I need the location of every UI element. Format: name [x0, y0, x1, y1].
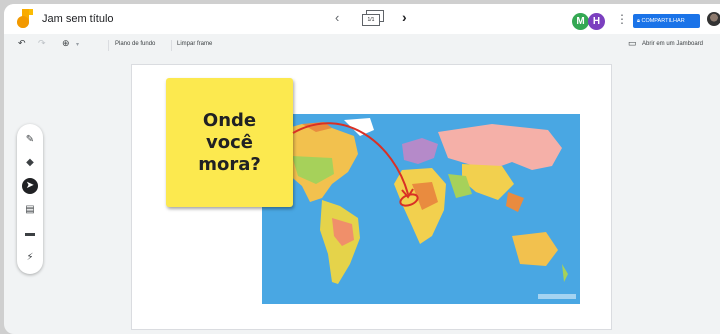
chevron-right-icon: ›	[402, 9, 407, 25]
app-window: Jam sem título ‹ 1/1 › M H ⋮ 🔒︎ COMPARTI…	[4, 4, 720, 334]
document-title[interactable]: Jam sem título	[42, 13, 114, 25]
chevron-left-icon: ‹	[335, 10, 340, 25]
undo-icon[interactable]: ↶	[18, 38, 26, 49]
previous-frame-button[interactable]: ‹	[335, 10, 339, 25]
frame-indicator: 1/1	[362, 14, 380, 26]
clear-frame-button[interactable]: Limpar frame	[177, 41, 212, 47]
frame-bar-toggle[interactable]: 1/1	[362, 10, 384, 26]
edit-toolbar: ↶ ↷ ⊕ ▾ Plano de fundo Limpar frame ▭ Ab…	[4, 36, 720, 56]
lock-icon: 🔒︎	[637, 18, 640, 24]
sticky-note-line: Onde	[202, 109, 257, 131]
toolbar-divider	[108, 40, 109, 51]
pen-icon[interactable]: ✎	[22, 132, 38, 148]
sticky-note-line: você	[206, 131, 253, 153]
laser-icon[interactable]: ⚡︎	[22, 250, 38, 266]
image-icon[interactable]: ▬	[22, 226, 38, 242]
world-map-image[interactable]	[262, 114, 580, 304]
jamboard-logo-icon[interactable]	[17, 9, 33, 29]
open-in-jamboard-button[interactable]: Abrir em um Jamboard	[642, 41, 703, 47]
more-options-icon[interactable]: ⋮	[616, 12, 628, 26]
collaborator-avatar[interactable]: M	[572, 13, 589, 30]
sticky-note-icon[interactable]: ▤	[22, 202, 38, 218]
next-frame-button[interactable]: ›	[402, 9, 407, 25]
tool-panel: ✎ ◆ ➤ ▤ ▬ ⚡︎	[17, 124, 43, 274]
user-avatar[interactable]	[707, 12, 720, 26]
collaborator-avatar[interactable]: H	[588, 13, 605, 30]
share-button[interactable]: 🔒︎ COMPARTILHAR	[633, 14, 700, 28]
zoom-dropdown-icon[interactable]: ▾	[76, 41, 79, 48]
sticky-note[interactable]: Onde você mora?	[166, 78, 293, 207]
sticky-note-line: mora?	[198, 153, 261, 175]
redo-icon[interactable]: ↷	[38, 38, 46, 49]
zoom-icon[interactable]: ⊕	[62, 38, 70, 49]
background-button[interactable]: Plano de fundo	[115, 41, 155, 47]
eraser-icon[interactable]: ◆	[22, 155, 38, 171]
open-jamboard-icon[interactable]: ▭	[628, 38, 637, 49]
toolbar-divider	[171, 40, 172, 51]
top-bar: Jam sem título ‹ 1/1 › M H ⋮ 🔒︎ COMPARTI…	[4, 4, 720, 34]
share-label: COMPARTILHAR	[641, 18, 685, 24]
select-icon[interactable]: ➤	[22, 178, 38, 194]
